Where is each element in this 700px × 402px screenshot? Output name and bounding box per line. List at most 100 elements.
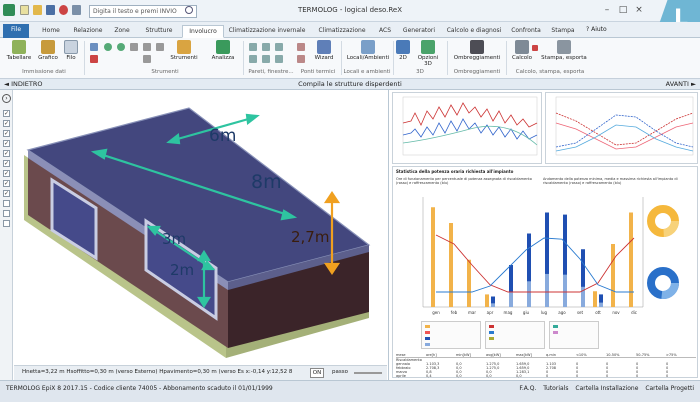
delete-icon[interactable]	[90, 55, 98, 63]
heating-bar	[611, 244, 615, 307]
table-header-cell: q.min	[546, 353, 556, 357]
roof-icon[interactable]	[262, 55, 270, 63]
floor-icon[interactable]	[249, 55, 257, 63]
tree-checkbox[interactable]: ✓	[3, 110, 10, 117]
statistics-table: mese ore[h] min[kW] avg[kW] max[kW] q.min <10%…	[396, 353, 696, 378]
undo-icon[interactable]	[104, 43, 112, 51]
grafico-button[interactable]: Grafico	[36, 40, 60, 61]
tab-involucro[interactable]: Involucro	[182, 25, 224, 38]
tree-checkbox[interactable]: ✓	[3, 170, 10, 177]
rotate-icon[interactable]	[130, 43, 138, 51]
legend-power: Andamento della potenza minima, media e …	[543, 177, 678, 185]
calcolo-button[interactable]: Calcolo	[509, 40, 535, 61]
tree-checkbox[interactable]: ✓	[3, 180, 10, 187]
group-3d: 3D	[416, 69, 424, 75]
dimension-label-8m: 8m	[251, 171, 282, 193]
tree-checkbox[interactable]: ✓	[3, 160, 10, 167]
minimize-button[interactable]: –	[600, 5, 614, 16]
tab-stampa[interactable]: Stampa	[548, 25, 578, 38]
select-icon[interactable]	[90, 43, 98, 51]
bar-legend-2	[485, 321, 545, 349]
opzioni-3d-button[interactable]: Opzioni 3D	[413, 40, 443, 67]
tree-checkbox[interactable]: ✓	[3, 120, 10, 127]
forward-button[interactable]: AVANTI ►	[666, 79, 696, 89]
zoom-extents-icon[interactable]	[143, 55, 151, 63]
tab-calcolo-diagnosi[interactable]: Calcolo e diagnosi	[444, 25, 504, 38]
calculator-icon	[515, 40, 529, 54]
tabellare-button[interactable]: Tabellare	[6, 40, 32, 61]
tutorials-link[interactable]: Tutorials	[543, 385, 568, 392]
locali-ambienti-button[interactable]: Locali/Ambienti	[345, 40, 391, 61]
month-tick-label: feb	[451, 310, 458, 315]
stampa-esporta-button[interactable]: Stampa, esporta	[540, 40, 588, 61]
wall-icon[interactable]	[249, 43, 257, 51]
maximize-button[interactable]: □	[616, 5, 630, 16]
tab-home[interactable]: Home	[34, 25, 68, 38]
tab-file[interactable]: File	[3, 24, 29, 38]
tab-zone[interactable]: Zone	[108, 25, 136, 38]
table-header-cell: max[kW]	[516, 353, 532, 357]
month-tick-label: lug	[541, 310, 548, 315]
cooling-bar-low	[527, 281, 531, 307]
wizard-button[interactable]: Wizard	[312, 40, 336, 61]
filo-button[interactable]: Filo	[62, 40, 80, 61]
bar-legend-1	[421, 321, 481, 349]
help-button[interactable]: ? Aiuto	[586, 26, 607, 33]
tree-checkbox[interactable]: ✓	[3, 130, 10, 137]
faq-link[interactable]: F.A.Q.	[519, 385, 536, 392]
pie-charts	[647, 205, 679, 299]
thermal-bridge-icon[interactable]	[297, 43, 305, 51]
cooling-line	[436, 237, 634, 293]
dimension-label-2m: 2m	[170, 261, 195, 279]
projects-folder-link[interactable]: Cartella Progetti	[645, 385, 694, 392]
analyze-icon	[216, 40, 230, 54]
tree-checkbox[interactable]: ✓	[3, 190, 10, 197]
table-cell: aprile	[396, 374, 406, 378]
group-ponti-termici: Ponti termici	[300, 69, 336, 75]
wizard-nav-bar: ◄ INDIETRO Compila le strutture disperde…	[0, 79, 700, 90]
tab-climatizzazione-estiva[interactable]: Climatizzazione estiva	[310, 25, 374, 45]
month-tick-label: mag	[504, 310, 513, 315]
door-icon[interactable]	[275, 43, 283, 51]
month-tick-label: apr	[487, 310, 494, 315]
tab-confronta[interactable]: Confronta	[508, 25, 544, 38]
snap-toggle[interactable]: ON	[310, 368, 324, 378]
tab-generatori[interactable]: Generatori	[398, 25, 440, 38]
statistics-panel: Statistica della potenza oraria richiest…	[392, 166, 698, 378]
2d-button[interactable]: 2D	[396, 40, 410, 61]
building-3d-view[interactable]: 6m 8m 2,7m 3m 2m	[14, 90, 387, 365]
view-status-bar: Hnetta=3,22 m Hsoffitto=0,30 m (verso Es…	[14, 365, 387, 380]
tab-acs[interactable]: ACS	[376, 25, 394, 38]
close-window-button[interactable]: ×	[632, 5, 646, 16]
tree-checkbox[interactable]: ✓	[3, 140, 10, 147]
status-bar: TERMOLOG EpiX 8 2017.15 - Codice cliente…	[0, 380, 700, 402]
installation-folder-link[interactable]: Cartella Installazione	[575, 385, 638, 392]
step-slider[interactable]	[354, 372, 382, 374]
strumenti-button[interactable]: Strumenti	[170, 40, 198, 61]
table-cell: 0,0	[456, 374, 462, 378]
tree-checkbox[interactable]	[3, 200, 10, 207]
tab-climatizzazione-invernale[interactable]: Climatizzazione invernale	[226, 25, 308, 38]
temperature-chart-panel	[392, 92, 542, 164]
month-tick-label: gen	[432, 310, 440, 315]
opening-icon[interactable]	[275, 55, 283, 63]
window-icon[interactable]	[262, 43, 270, 51]
tree-checkbox[interactable]	[3, 210, 10, 217]
bar-legend-3	[549, 321, 599, 349]
tree-checkbox[interactable]	[3, 220, 10, 227]
dimension-label-3m: 3m	[162, 230, 187, 248]
table-header-cell: >75%	[666, 353, 677, 357]
results-panel: Statistica della potenza oraria richiest…	[388, 90, 700, 380]
tab-relazione[interactable]: Relazione	[70, 25, 106, 38]
zoom-icon[interactable]	[143, 43, 151, 51]
ombreggiamenti-button[interactable]: Ombreggiamenti	[452, 40, 502, 61]
table-cell: 0	[666, 374, 669, 378]
tab-strutture[interactable]: Strutture	[138, 25, 180, 38]
analizza-button[interactable]: Analizza	[210, 40, 236, 61]
thermal-bridge-list-icon[interactable]	[297, 55, 305, 63]
expand-arrow-icon[interactable]: ›	[2, 94, 11, 103]
tree-checkbox[interactable]: ✓	[3, 150, 10, 157]
redo-icon[interactable]	[117, 43, 125, 51]
heating-bar	[485, 294, 489, 307]
pan-icon[interactable]	[156, 43, 164, 51]
